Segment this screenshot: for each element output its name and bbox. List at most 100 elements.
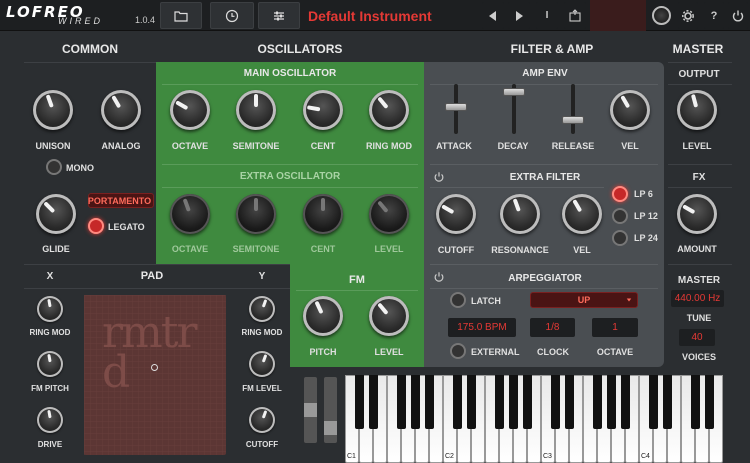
mono-label: MONO: [66, 163, 94, 173]
pad-y-fm-level-knob[interactable]: [249, 351, 275, 377]
octave-readout[interactable]: 1: [592, 318, 638, 337]
black-key[interactable]: [522, 375, 532, 429]
power-icon: [732, 10, 744, 21]
analog-knob[interactable]: [101, 90, 141, 130]
previous-preset-button[interactable]: [482, 2, 504, 29]
black-key[interactable]: [690, 375, 700, 429]
arp-direction-dropdown[interactable]: UP: [530, 292, 638, 308]
black-key[interactable]: [424, 375, 434, 429]
gear-button[interactable]: [678, 2, 698, 29]
fm-level-knob[interactable]: [369, 296, 409, 336]
black-key[interactable]: [452, 375, 462, 429]
glide-knob[interactable]: [36, 194, 76, 234]
legato-toggle[interactable]: [88, 218, 104, 234]
info-button[interactable]: I: [536, 2, 558, 29]
voices-label: VOICES: [681, 352, 716, 362]
lp24-radio[interactable]: [612, 230, 628, 246]
extra-octave-knob[interactable]: [170, 194, 210, 234]
lp12-radio[interactable]: [612, 208, 628, 224]
arp-direction-value: UP: [577, 295, 591, 305]
browse-button[interactable]: [160, 2, 202, 29]
black-key[interactable]: [396, 375, 406, 429]
octave-label: OCTAVE: [596, 347, 634, 357]
section-common: COMMON: [62, 42, 118, 56]
pad-x-drive-knob[interactable]: [37, 407, 63, 433]
fm-pitch-label: PITCH: [309, 347, 337, 357]
bpm-readout[interactable]: 175.0 BPM: [448, 318, 516, 337]
mono-toggle[interactable]: [46, 159, 62, 175]
pitch-wheel[interactable]: [304, 377, 317, 443]
extra-filter-divider-top: [430, 164, 658, 165]
black-key[interactable]: [592, 375, 602, 429]
gear-icon: [682, 9, 694, 22]
settings-sliders-button[interactable]: [258, 2, 300, 29]
external-label: EXTERNAL: [471, 347, 520, 357]
extra-semitone-knob[interactable]: [236, 194, 276, 234]
pad-y-ring-mod-knob[interactable]: [249, 296, 275, 322]
resonance-knob[interactable]: [500, 194, 540, 234]
tune-readout[interactable]: 440.00 Hz: [671, 290, 724, 307]
export-button[interactable]: [564, 2, 586, 29]
output-divider: [668, 84, 732, 85]
pad-y-cutoff-knob[interactable]: [249, 407, 275, 433]
version-label: 1.0.4: [135, 15, 156, 25]
pad-x-ring-mod-knob[interactable]: [37, 296, 63, 322]
black-key[interactable]: [494, 375, 504, 429]
main-semitone-knob[interactable]: [236, 90, 276, 130]
cutoff-label: CUTOFF: [437, 245, 475, 255]
lp6-radio[interactable]: [612, 186, 628, 202]
filter-vel-knob[interactable]: [562, 194, 602, 234]
black-key[interactable]: [550, 375, 560, 429]
extra-cent-knob[interactable]: [303, 194, 343, 234]
black-key[interactable]: [606, 375, 616, 429]
output-level-knob[interactable]: [677, 90, 717, 130]
black-key[interactable]: [354, 375, 364, 429]
main-cent-label: CENT: [310, 141, 336, 151]
knob-icon[interactable]: [652, 6, 671, 25]
clock-readout[interactable]: 1/8: [530, 318, 575, 337]
extra-level-knob[interactable]: [369, 194, 409, 234]
main-octave-knob[interactable]: [170, 90, 210, 130]
section-master: MASTER: [672, 42, 724, 56]
attack-fader[interactable]: [445, 102, 467, 111]
decay-fader[interactable]: [503, 88, 525, 97]
fm-pitch-knob[interactable]: [303, 296, 343, 336]
black-key[interactable]: [466, 375, 476, 429]
release-fader[interactable]: [562, 115, 584, 124]
xy-pad[interactable]: rmtrd: [84, 295, 226, 455]
pad-x-fm-pitch-knob[interactable]: [37, 351, 63, 377]
black-key[interactable]: [620, 375, 630, 429]
external-toggle[interactable]: [450, 343, 466, 359]
black-key[interactable]: [662, 375, 672, 429]
portamento-dropdown[interactable]: PORTAMENTO: [88, 193, 154, 208]
black-key[interactable]: [368, 375, 378, 429]
filter-vel-label: VEL: [573, 245, 591, 255]
amp-vel-knob[interactable]: [610, 90, 650, 130]
black-key[interactable]: [704, 375, 714, 429]
black-key[interactable]: [410, 375, 420, 429]
main-cent-knob[interactable]: [303, 90, 343, 130]
black-key[interactable]: [564, 375, 574, 429]
help-button[interactable]: ?: [704, 2, 724, 29]
cutoff-knob[interactable]: [436, 194, 476, 234]
octave-label: C1: [347, 453, 356, 460]
pitch-wheel-handle: [304, 403, 317, 417]
unison-knob[interactable]: [33, 90, 73, 130]
voices-readout[interactable]: 40: [679, 329, 715, 346]
main-ring-mod-knob[interactable]: [369, 90, 409, 130]
black-key[interactable]: [648, 375, 658, 429]
history-button[interactable]: [210, 2, 254, 29]
extra-filter-power-icon[interactable]: [433, 171, 445, 183]
black-key[interactable]: [508, 375, 518, 429]
output-level-label: LEVEL: [682, 141, 712, 151]
release-fader-track: [571, 84, 575, 134]
extra-osc-divider-top: [162, 164, 418, 165]
power-button[interactable]: [728, 2, 748, 29]
next-preset-button[interactable]: [508, 2, 530, 29]
arpeggiator-power-icon[interactable]: [433, 271, 445, 283]
preset-name[interactable]: Default Instrument: [300, 2, 476, 29]
mod-wheel[interactable]: [324, 377, 337, 443]
latch-toggle[interactable]: [450, 292, 466, 308]
fx-amount-knob[interactable]: [677, 194, 717, 234]
pad-cursor[interactable]: [151, 364, 158, 371]
